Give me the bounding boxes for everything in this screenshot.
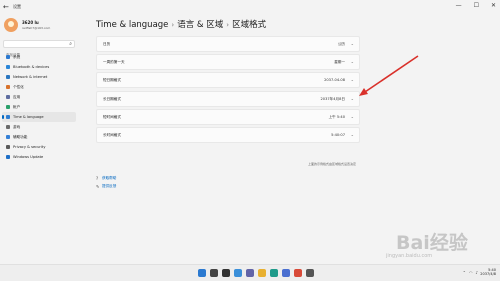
watermark-url: jingyan.baidu.com bbox=[386, 253, 433, 259]
watermark: Bai经验 jingyan.baidu.com bbox=[380, 226, 495, 262]
chat-icon[interactable] bbox=[246, 269, 254, 277]
annotation-arrow-head bbox=[359, 88, 368, 96]
watermark-brand: Bai经验 bbox=[396, 232, 468, 254]
task-view-icon[interactable] bbox=[222, 269, 230, 277]
edge-icon[interactable] bbox=[270, 269, 278, 277]
explorer-icon[interactable] bbox=[258, 269, 266, 277]
chevron-up-icon[interactable]: ⌃ bbox=[463, 270, 466, 275]
annotation-arrow-line bbox=[361, 55, 419, 95]
chrome-icon[interactable] bbox=[294, 269, 302, 277]
clock[interactable]: 5:40 2037/4/8 bbox=[480, 268, 496, 276]
system-tray: ⌃ ◠ ♪ bbox=[463, 270, 478, 275]
speaker-icon[interactable]: ♪ bbox=[475, 270, 478, 275]
clock-date: 2037/4/8 bbox=[480, 272, 496, 276]
settings-icon[interactable] bbox=[306, 269, 314, 277]
widgets-icon[interactable] bbox=[234, 269, 242, 277]
taskbar: ⌃ ◠ ♪ 5:40 2037/4/8 bbox=[0, 264, 500, 281]
start-icon[interactable] bbox=[198, 269, 206, 277]
taskbar-icons bbox=[198, 269, 314, 277]
search-icon[interactable] bbox=[210, 269, 218, 277]
store-icon[interactable] bbox=[282, 269, 290, 277]
wifi-icon[interactable]: ◠ bbox=[469, 270, 473, 275]
